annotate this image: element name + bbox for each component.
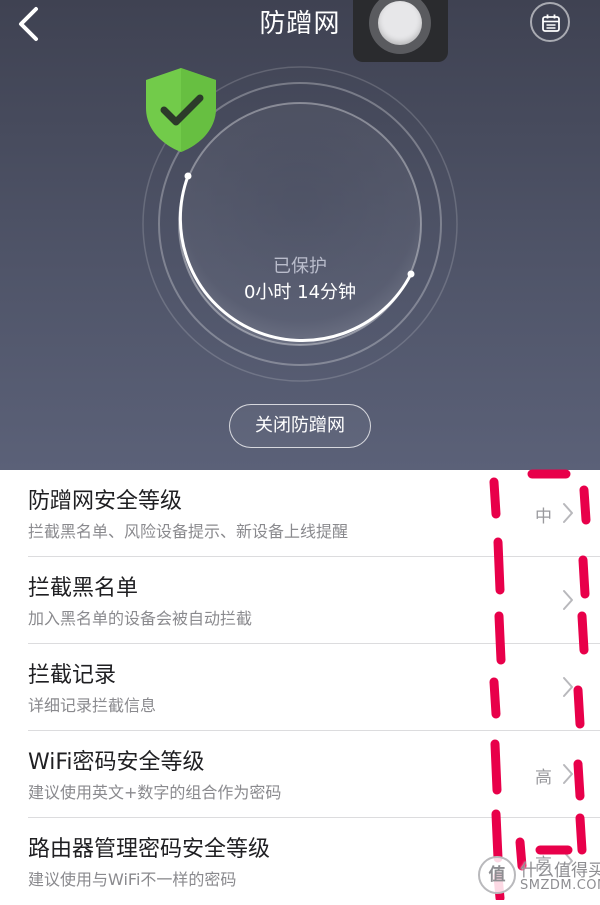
protection-status-label: 已保护 (273, 256, 327, 277)
watermark-logo: 值 (478, 856, 516, 894)
settings-list: 防蹭网安全等级 拦截黑名单、风险设备提示、新设备上线提醒 中 拦截黑名单 加入黑… (0, 470, 600, 905)
smzdm-watermark: 值 什么值得买 SMZDM.COM (476, 852, 600, 900)
setting-value: 高 (535, 768, 552, 788)
setting-subtitle: 建议使用与WiFi不一样的密码 (28, 870, 237, 889)
assistive-touch-ring (369, 0, 431, 54)
protection-dial: 已保护 0小时 14分钟 (140, 64, 460, 384)
chevron-right-icon (563, 764, 573, 784)
setting-subtitle: 加入黑名单的设备会被自动拦截 (28, 609, 253, 628)
setting-subtitle: 建议使用英文+数字的组合作为密码 (28, 783, 282, 802)
setting-subtitle: 详细记录拦截信息 (28, 696, 157, 715)
calendar-icon (542, 14, 560, 32)
page-title: 防蹭网 (259, 9, 341, 39)
setting-subtitle: 拦截黑名单、风险设备提示、新设备上线提醒 (28, 522, 349, 541)
assistive-touch-dot (378, 1, 422, 45)
setting-title: 拦截记录 (28, 663, 117, 688)
setting-row-security-level[interactable]: 防蹭网安全等级 拦截黑名单、风险设备提示、新设备上线提醒 中 (0, 470, 600, 557)
setting-title: 路由器管理密码安全等级 (28, 837, 271, 862)
setting-title: 防蹭网安全等级 (28, 489, 183, 514)
setting-row-block-log[interactable]: 拦截记录 详细记录拦截信息 (0, 644, 600, 731)
close-protection-button[interactable]: 关闭防蹭网 (229, 404, 371, 448)
assistive-touch-button[interactable] (353, 0, 448, 62)
setting-title: WiFi密码安全等级 (28, 750, 205, 775)
chevron-right-icon (563, 677, 573, 697)
chevron-right-icon (563, 503, 573, 523)
protection-header: 防蹭网 已保护 0小时 14分钟 关闭防蹭网 (0, 0, 600, 470)
calendar-button[interactable] (530, 2, 570, 42)
chevron-right-icon (563, 590, 573, 610)
protection-duration: 0小时 14分钟 (243, 282, 357, 303)
setting-title: 拦截黑名单 (28, 576, 139, 601)
setting-row-wifi-password[interactable]: WiFi密码安全等级 建议使用英文+数字的组合作为密码 高 (0, 731, 600, 818)
watermark-domain: SMZDM.COM (520, 878, 600, 893)
shield-check-icon (146, 68, 216, 152)
setting-value: 中 (535, 507, 552, 527)
setting-row-blacklist[interactable]: 拦截黑名单 加入黑名单的设备会被自动拦截 (0, 557, 600, 644)
